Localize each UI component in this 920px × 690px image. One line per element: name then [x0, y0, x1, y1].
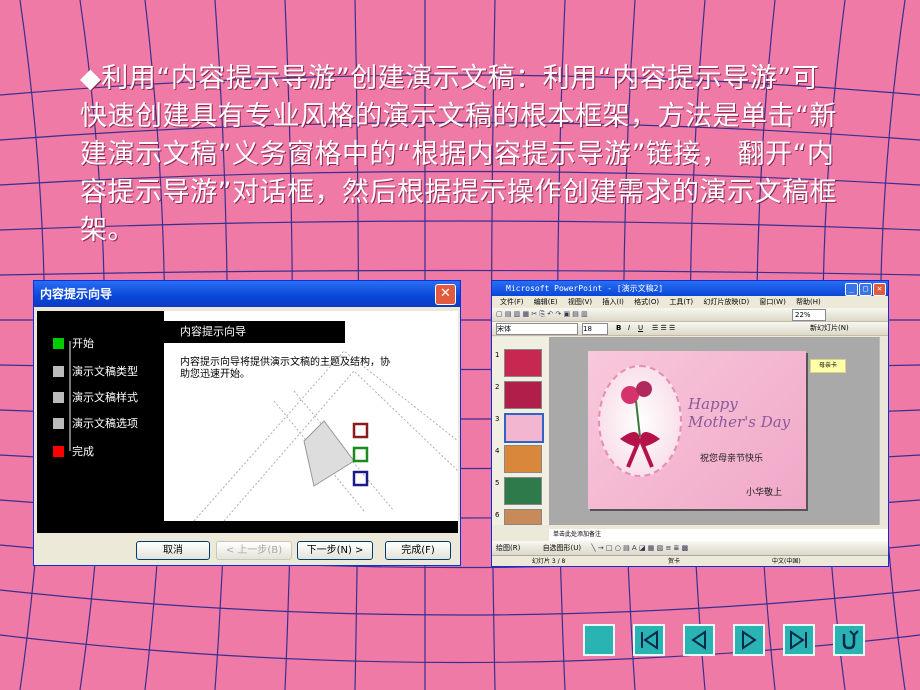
step-pending-icon [53, 418, 64, 429]
menu-file[interactable]: 文件(F) [500, 298, 524, 306]
thumb-number: 6 [495, 511, 500, 519]
wizard-button-bar: 取消 < 上一步(B) 下一步(N) > 完成(F) [34, 537, 460, 565]
maximize-icon[interactable]: □ [859, 283, 872, 296]
status-design: 贺卡 [668, 558, 681, 565]
ppt-workspace: 1 2 3 4 5 6 Happy Mother's Day 祝您母亲节快乐 小… [492, 337, 888, 525]
ppt-title: Microsoft PowerPoint - [演示文稿2] [506, 284, 664, 293]
slide-greeting: 祝您母亲节快乐 [700, 454, 764, 464]
step-start[interactable]: 开始 [53, 335, 94, 351]
slide-thumbnail[interactable] [504, 381, 542, 409]
flower-frame [598, 365, 682, 477]
italic-icon[interactable]: I [628, 322, 630, 335]
slide-thumbnail-selected[interactable] [504, 413, 544, 443]
font-size-select[interactable]: 18 [582, 323, 608, 335]
menu-insert[interactable]: 插入(I) [602, 298, 624, 306]
drawing-toolbar: 绘图(R) 自选图形(U) ╲ → □ ○ ▤ A ◪ ▦ ▧ ≡ ≣ ▩ [492, 541, 888, 555]
thumb-number: 1 [495, 351, 500, 359]
thumb-number: 4 [495, 447, 500, 455]
step-style[interactable]: 演示文稿样式 [53, 389, 138, 405]
home-square-icon[interactable] [583, 624, 615, 656]
step-type[interactable]: 演示文稿类型 [53, 363, 138, 379]
carnation-bow-image [620, 381, 660, 468]
step-finish[interactable]: 完成 [53, 443, 94, 459]
status-slide: 幻灯片 3 / 8 [532, 558, 566, 565]
zoom-select[interactable]: 22% [792, 309, 826, 321]
step-pending-icon [53, 392, 64, 403]
menu-view[interactable]: 视图(V) [568, 298, 592, 306]
back-button[interactable]: < 上一步(B) [216, 541, 292, 560]
minimize-icon[interactable]: _ [845, 283, 858, 296]
step-current-icon [53, 338, 64, 349]
next-slide-icon[interactable] [733, 624, 765, 656]
ppt-menubar: 文件(F) 编辑(E) 视图(V) 插入(I) 格式(O) 工具(T) 幻灯片放… [492, 296, 888, 308]
instruction-paragraph: ◆利用“内容提示导游”创建演示文稿：利用“内容提示导游”可快速创建具有专业风格的… [80, 63, 837, 246]
toolbar-icons[interactable]: ▢ ▤ ▥ ▦ ✂ ⎘ ↶ ↷ ▣ ▤ ▥ [496, 308, 588, 321]
step-pending-icon [53, 366, 64, 377]
menu-tools[interactable]: 工具(T) [669, 298, 693, 306]
comment-note[interactable]: 母亲卡 [810, 359, 846, 373]
thumb-number: 2 [495, 383, 500, 391]
slide-thumbnail[interactable] [504, 509, 542, 525]
menu-help[interactable]: 帮助(H) [796, 298, 821, 306]
close-icon[interactable]: ✕ [873, 283, 886, 296]
formatting-toolbar: 宋体 18 B I U ☰ ☰ ☰ 新幻灯片(N) [492, 322, 888, 336]
menu-format[interactable]: 格式(O) [634, 298, 659, 306]
wizard-steps: 开始 演示文稿类型 演示文稿样式 演示文稿选项 完成 [37, 311, 164, 533]
wizard-description: 内容提示向导将提供演示文稿的主题及结构，协助您迅速开始。 [180, 357, 390, 380]
slide-signature: 小华敬上 [746, 488, 783, 498]
status-bar: 幻灯片 3 / 8 贺卡 中文(中国) [492, 555, 888, 566]
next-button[interactable]: 下一步(N) > [297, 541, 373, 560]
wizard-content: 内容提示向导 内容提示向导将提供演示文稿的主题及结构，协助您迅速开始。 [164, 311, 458, 521]
underline-icon[interactable]: U [638, 322, 643, 335]
content-wizard-dialog: 内容提示向导 ✕ 开始 演示文稿类型 演示文稿样式 演示文稿选项 完成 内容提示… [33, 280, 461, 566]
step-options[interactable]: 演示文稿选项 [53, 415, 138, 431]
notes-pane[interactable]: 单击此处添加备注 [549, 529, 888, 541]
menu-window[interactable]: 窗口(W) [759, 298, 785, 306]
thumb-number: 3 [495, 415, 500, 423]
cancel-button[interactable]: 取消 [136, 541, 210, 560]
bold-icon[interactable]: B [616, 322, 621, 335]
first-slide-icon[interactable] [633, 624, 665, 656]
vertical-scrollbar[interactable] [879, 337, 888, 525]
previous-slide-icon[interactable] [683, 624, 715, 656]
wizard-title-bar: 内容提示向导 ✕ [34, 281, 460, 307]
draw-menu[interactable]: 绘图(R) [496, 544, 520, 552]
autoshapes-menu[interactable]: 自选图形(U) [543, 544, 582, 552]
step-finish-icon [53, 446, 64, 457]
return-icon[interactable] [833, 624, 865, 656]
slide-canvas[interactable]: Happy Mother's Day 祝您母亲节快乐 小华敬上 [588, 351, 806, 509]
status-language: 中文(中国) [772, 558, 801, 565]
new-slide-button[interactable]: 新幻灯片(N) [810, 322, 849, 335]
menu-edit[interactable]: 编辑(E) [534, 298, 558, 306]
finish-button[interactable]: 完成(F) [385, 541, 451, 560]
drawing-tool-icons[interactable]: ╲ → □ ○ ▤ A ◪ ▦ ▧ ≡ ≣ ▩ [591, 544, 688, 552]
slide-thumbnail-pane: 1 2 3 4 5 6 [492, 337, 549, 525]
close-icon[interactable]: ✕ [435, 284, 456, 305]
ppt-title-bar: Microsoft PowerPoint - [演示文稿2] _ □ ✕ [492, 281, 888, 296]
thumb-number: 5 [495, 479, 500, 487]
wizard-body: 开始 演示文稿类型 演示文稿样式 演示文稿选项 完成 内容提示向导 内容提示向导… [37, 311, 458, 533]
standard-toolbar: ▢ ▤ ▥ ▦ ✂ ⎘ ↶ ↷ ▣ ▤ ▥ 22% [492, 308, 888, 322]
menu-slideshow[interactable]: 幻灯片放映(D) [703, 298, 749, 306]
last-slide-icon[interactable] [783, 624, 815, 656]
font-name-select[interactable]: 宋体 [496, 323, 578, 335]
slide-thumbnail[interactable] [504, 445, 542, 473]
slide-thumbnail[interactable] [504, 349, 542, 377]
wizard-header: 内容提示向导 [164, 321, 345, 343]
slide-thumbnail[interactable] [504, 477, 542, 505]
wizard-title: 内容提示向导 [40, 287, 113, 301]
align-icons[interactable]: ☰ ☰ ☰ [652, 322, 675, 335]
slide-script-text: Happy Mother's Day [688, 395, 791, 431]
powerpoint-window: Microsoft PowerPoint - [演示文稿2] _ □ ✕ 文件(… [491, 280, 889, 567]
